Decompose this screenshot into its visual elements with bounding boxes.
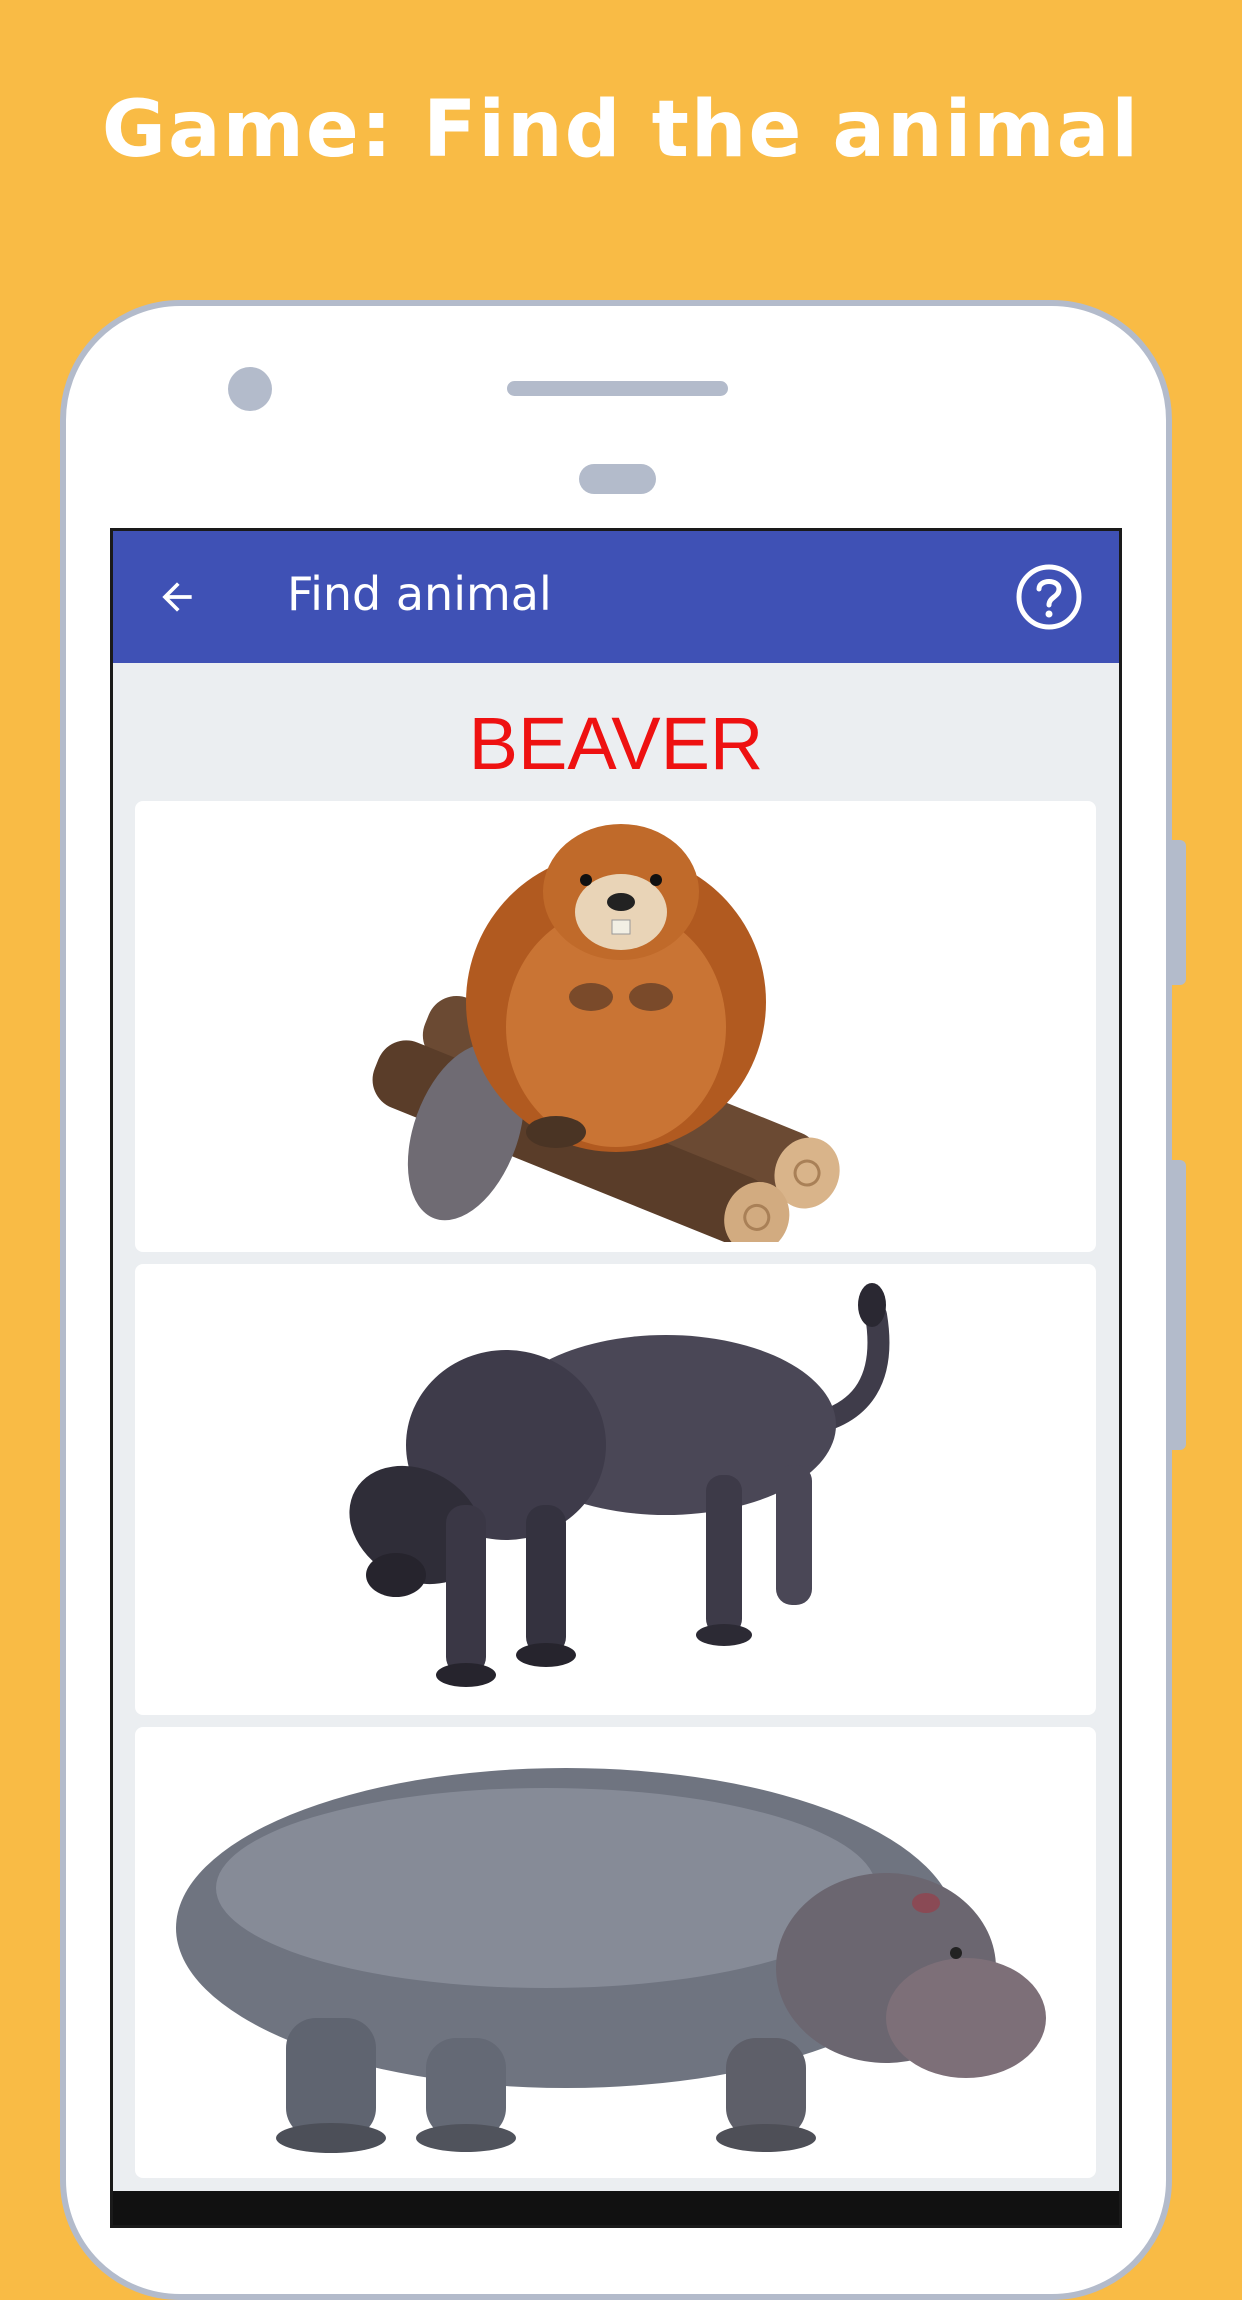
help-circle-icon [1016,564,1082,630]
animal-option-beaver[interactable] [135,801,1096,1252]
panther-image [348,1282,889,1687]
beaver-image [372,823,840,1242]
help-button[interactable] [1013,561,1085,633]
arrow-left-icon [162,582,192,612]
phone-sensor [579,464,656,494]
back-button[interactable] [145,565,209,629]
phone-volume-button [1172,840,1186,985]
app-screen: Find animal BEAVER [110,528,1122,2228]
promo-headline: Game: Find the animal [101,85,1141,175]
phone-camera [228,367,272,411]
target-animal-word: BEAVER [468,702,764,785]
phone-power-button [1172,1160,1186,1450]
animal-option-panther[interactable] [135,1264,1096,1715]
phone-speaker [507,381,728,396]
navigation-bar [113,2191,1119,2225]
app-bar: Find animal [113,531,1119,663]
app-bar-title: Find animal [287,567,552,621]
hippo-image [175,1767,1046,2153]
animal-option-hippo[interactable] [135,1727,1096,2178]
